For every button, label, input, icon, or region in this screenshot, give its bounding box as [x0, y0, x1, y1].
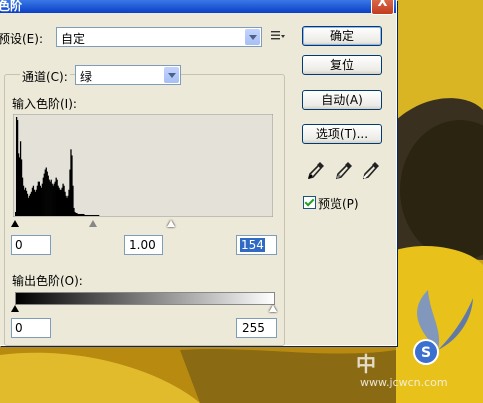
output-black-handle[interactable]	[11, 305, 19, 312]
channel-select[interactable]: 绿	[75, 65, 181, 85]
input-slider[interactable]	[11, 218, 273, 230]
preview-checkbox[interactable]	[303, 196, 316, 209]
watermark-brand: 中	[356, 352, 376, 376]
input-black-field[interactable]: 0	[11, 235, 51, 255]
histogram-bar	[98, 214, 100, 216]
watermark-site: www.jcwcn.com	[360, 376, 448, 389]
output-white-field[interactable]: 255	[236, 318, 277, 338]
output-black-field[interactable]: 0	[11, 318, 51, 338]
input-gamma-field[interactable]: 1.00	[124, 235, 163, 255]
gray-eyedropper-icon[interactable]	[334, 160, 354, 180]
input-levels-label: 输入色阶(I):	[12, 97, 77, 111]
close-button[interactable]: X	[371, 0, 394, 15]
ok-button[interactable]: 确定	[302, 26, 382, 46]
options-button[interactable]: 选项(T)...	[302, 124, 382, 144]
input-gamma-value: 1.00	[129, 238, 156, 252]
white-eyedropper-icon[interactable]	[361, 160, 381, 180]
gamma-handle[interactable]	[88, 220, 97, 227]
input-white-value: 154	[240, 238, 265, 252]
chevron-down-icon	[164, 67, 179, 83]
channel-value: 绿	[80, 70, 93, 84]
watermark-logo-text: S	[421, 345, 431, 361]
reset-button[interactable]: 复位	[302, 55, 382, 75]
watermark-logo: S	[413, 290, 473, 365]
histogram	[13, 114, 273, 217]
preset-value: 自定	[61, 32, 86, 46]
output-slider[interactable]	[11, 304, 277, 314]
output-white-value: 255	[242, 321, 265, 335]
levels-dialog: 色阶 X 预设(E): 自定 通道(C): 绿 输入色阶(I): 0 1.00 …	[0, 0, 397, 346]
input-black-value: 0	[15, 238, 23, 252]
input-white-field[interactable]: 154	[236, 235, 277, 255]
output-levels-label: 输出色阶(O):	[12, 274, 83, 288]
black-eyedropper-icon[interactable]	[306, 160, 326, 180]
preview-label[interactable]: 预览(P)	[318, 195, 359, 212]
dialog-title: 色阶	[0, 0, 23, 13]
output-black-value: 0	[15, 321, 23, 335]
preset-label: 预设(E):	[0, 32, 43, 46]
white-point-handle[interactable]	[166, 220, 175, 227]
list-menu-icon[interactable]	[271, 30, 285, 42]
chevron-down-icon	[245, 29, 260, 45]
black-point-handle[interactable]	[11, 220, 19, 227]
title-bar[interactable]: 色阶	[0, 0, 396, 13]
output-white-handle[interactable]	[269, 305, 277, 312]
auto-button[interactable]: 自动(A)	[302, 90, 382, 110]
preset-select[interactable]: 自定	[56, 27, 262, 47]
channel-label: 通道(C):	[20, 68, 70, 85]
